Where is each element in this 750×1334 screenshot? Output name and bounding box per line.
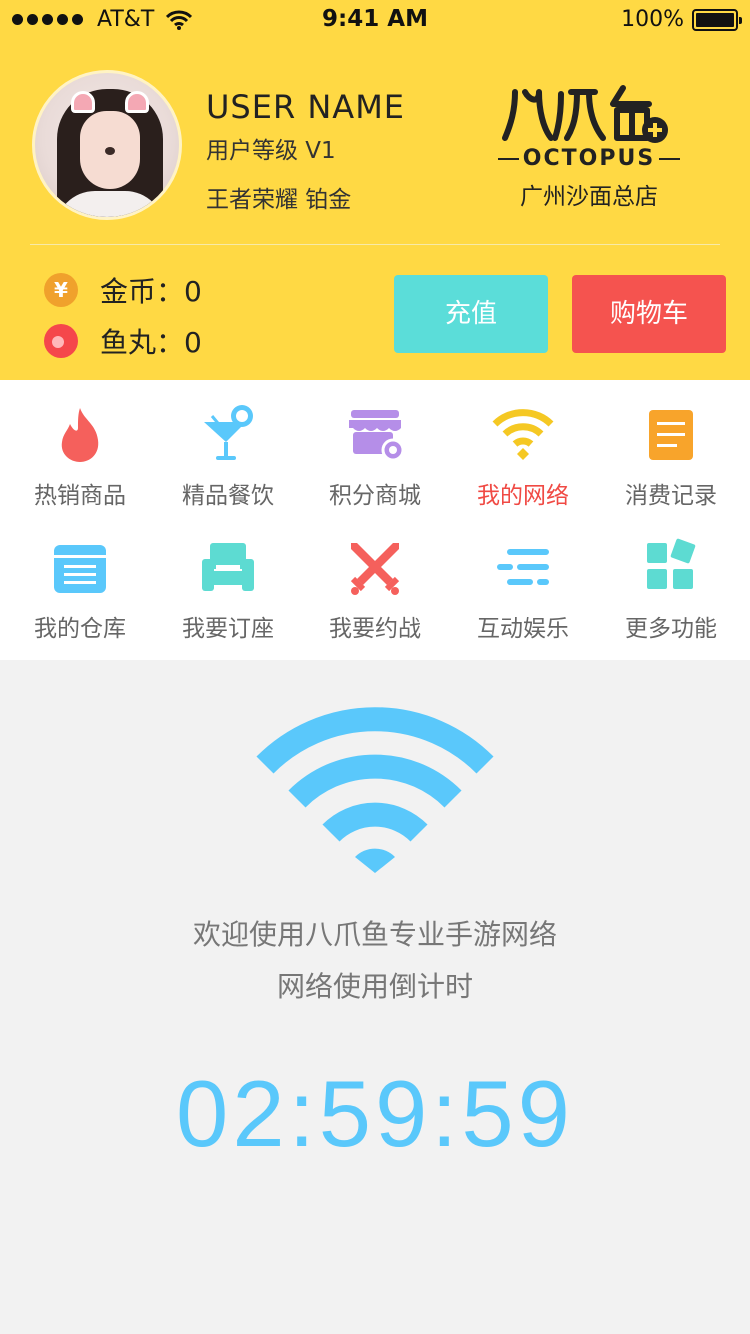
cocktail-icon [204,405,253,460]
menu-item-dining[interactable]: 精品餐饮 [153,402,303,510]
network-wifi-icon [256,707,494,873]
recharge-button[interactable]: 充值 [394,275,548,353]
menu-label: 我的网络 [477,483,569,509]
coin-icon: ¥ [44,273,78,307]
cart-button[interactable]: 购物车 [572,275,726,353]
grid-icon [647,538,696,589]
user-level: 用户等级 V1 [206,138,336,164]
menu-item-battle[interactable]: 我要约战 [300,535,450,643]
fishball-balance: 鱼丸：0 [44,321,202,361]
menu-label: 消费记录 [625,483,717,509]
store-name: 广州沙面总店 [520,184,658,210]
fishball-icon [44,324,78,358]
menu-item-entertainment[interactable]: 互动娱乐 [448,535,598,643]
feature-menu: 热销商品 精品餐饮 积分商城 我的网络 消费记录 我的仓库 我要订座 我要约战 … [0,380,750,660]
menu-label: 互动娱乐 [477,616,569,642]
countdown-timer: 02:59:59 [176,1061,574,1166]
status-bar: AT&T 9:41 AM 100% [0,0,750,40]
user-name: USER NAME [206,88,406,126]
battery-percent: 100% [621,7,684,32]
wifi-icon [492,409,554,460]
octopus-logo-icon [502,85,668,143]
coin-balance-label: 金币：0 [100,275,202,308]
sofa-icon [202,543,254,591]
warehouse-icon [54,545,106,593]
battery-icon [692,8,742,31]
menu-item-more[interactable]: 更多功能 [596,535,746,643]
countdown-label: 网络使用倒计时 [276,970,473,1003]
menu-label: 精品餐饮 [182,483,274,509]
menu-item-hot-products[interactable]: 热销商品 [5,402,155,510]
coin-balance: ¥ 金币：0 [44,270,202,310]
menu-label: 我要订座 [182,616,274,642]
menu-label: 热销商品 [34,483,126,509]
menu-item-my-network[interactable]: 我的网络 [448,402,598,510]
menu-label: 我的仓库 [34,616,126,642]
swords-icon [350,543,400,595]
header-divider [30,244,720,245]
menu-item-book-seat[interactable]: 我要订座 [153,535,303,643]
welcome-text: 欢迎使用八爪鱼专业手游网络 [192,918,557,951]
lines-icon [497,549,549,585]
brand-logo: OCTOPUS 广州沙面总店 [494,80,684,211]
menu-label: 更多功能 [625,616,717,642]
fishball-balance-label: 鱼丸：0 [100,326,202,359]
menu-item-warehouse[interactable]: 我的仓库 [5,535,155,643]
brand-name: OCTOPUS [494,146,684,171]
store-icon [349,410,405,462]
document-icon [649,410,693,460]
status-right: 100% [621,7,742,32]
menu-label: 积分商城 [329,483,421,509]
avatar[interactable] [32,70,182,220]
flame-icon [61,408,99,462]
menu-item-consumption-records[interactable]: 消费记录 [596,402,746,510]
user-game-rank: 王者荣耀 铂金 [206,187,352,213]
menu-label: 我要约战 [329,616,421,642]
menu-item-points-mall[interactable]: 积分商城 [300,402,450,510]
